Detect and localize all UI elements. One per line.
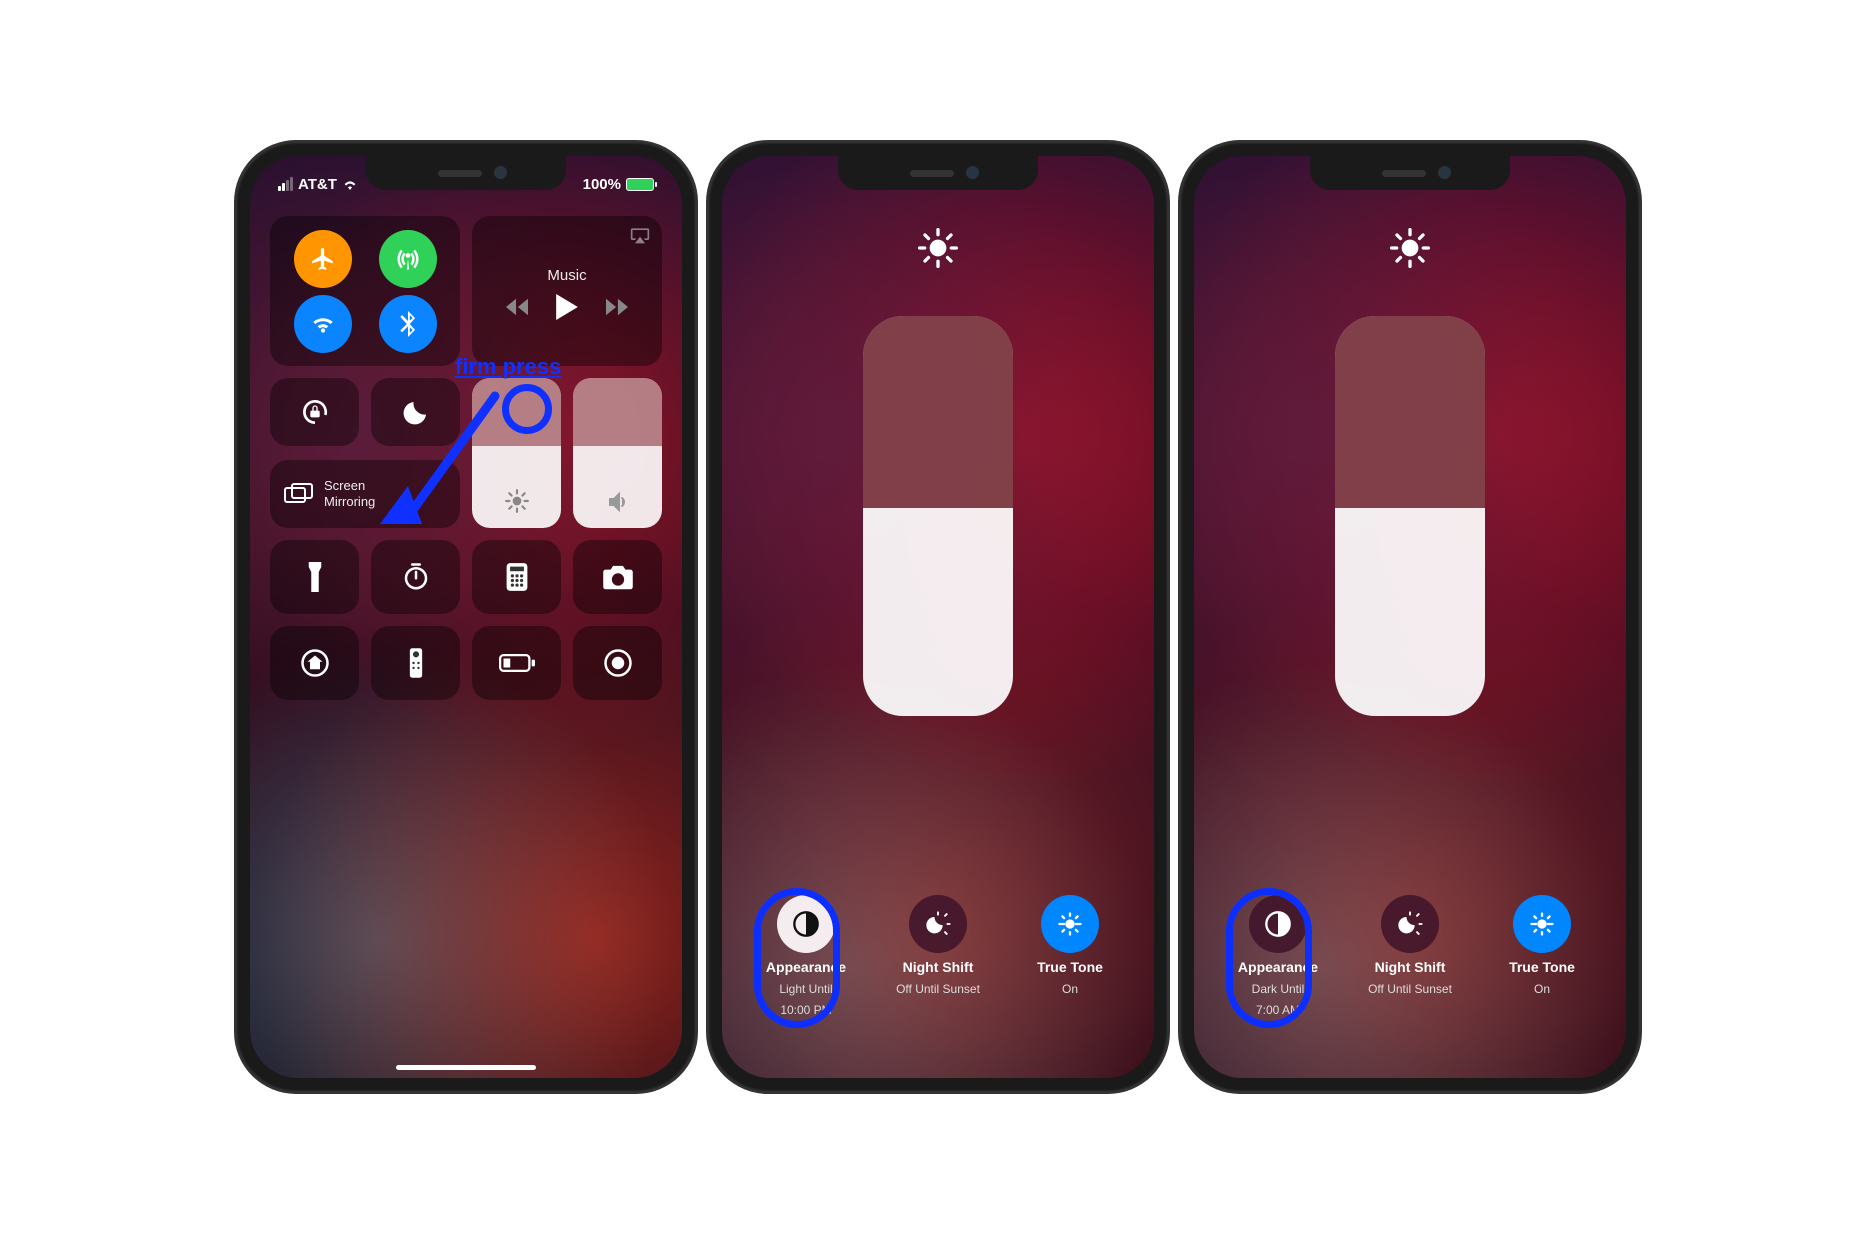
next-track-icon[interactable]: [606, 298, 628, 316]
night-shift-sub: Off Until Sunset: [1368, 982, 1452, 997]
brightness-fill: [1335, 316, 1485, 508]
antenna-icon: [394, 245, 422, 273]
cellular-data-toggle[interactable]: [379, 230, 437, 288]
screen-mirroring-icon: [284, 482, 314, 506]
night-shift-icon: [909, 895, 967, 953]
screen: Appearance Dark Until 7:00 AM Night Shif…: [1194, 156, 1626, 1078]
true-tone-sub: On: [1062, 982, 1078, 997]
sun-icon: [1390, 228, 1430, 268]
annotation-circle: [502, 384, 552, 434]
brightness-fill: [863, 316, 1013, 508]
notch: [838, 156, 1038, 190]
annotation-circle: [754, 888, 840, 1028]
connectivity-group[interactable]: [270, 216, 460, 366]
night-shift-title: Night Shift: [1375, 959, 1446, 977]
true-tone-icon: [1041, 895, 1099, 953]
screen: Appearance Light Until 10:00 PM Night Sh…: [722, 156, 1154, 1078]
home-indicator[interactable]: [396, 1065, 536, 1070]
brightness-slider-large[interactable]: [1335, 316, 1485, 716]
timer-button[interactable]: [371, 540, 460, 614]
play-icon[interactable]: [556, 294, 578, 320]
battery-icon: [626, 178, 654, 191]
volume-slider[interactable]: [573, 378, 662, 528]
phone-mockup-2: Appearance Light Until 10:00 PM Night Sh…: [708, 142, 1168, 1092]
night-shift-title: Night Shift: [903, 959, 974, 977]
home-icon: [300, 648, 330, 678]
camera-button[interactable]: [573, 540, 662, 614]
record-icon: [603, 648, 633, 678]
phone-mockup-1: AT&T 100%: [236, 142, 696, 1092]
phone-mockup-3: Appearance Dark Until 7:00 AM Night Shif…: [1180, 142, 1640, 1092]
bluetooth-toggle[interactable]: [379, 295, 437, 353]
night-shift-button[interactable]: Night Shift Off Until Sunset: [1350, 895, 1470, 1019]
true-tone-button[interactable]: True Tone On: [1010, 895, 1130, 1019]
notch: [366, 156, 566, 190]
wifi-icon: [310, 311, 336, 337]
notch: [1310, 156, 1510, 190]
true-tone-title: True Tone: [1037, 959, 1103, 977]
volume-fill: [573, 378, 662, 446]
flashlight-icon: [305, 562, 325, 592]
wifi-toggle[interactable]: [294, 295, 352, 353]
true-tone-sub: On: [1534, 982, 1550, 997]
calculator-button[interactable]: [472, 540, 561, 614]
night-shift-sub: Off Until Sunset: [896, 982, 980, 997]
low-power-mode-button[interactable]: [472, 626, 561, 700]
speaker-icon: [605, 490, 631, 514]
screen-record-button[interactable]: [573, 626, 662, 700]
remote-icon: [408, 647, 424, 679]
night-shift-button[interactable]: Night Shift Off Until Sunset: [878, 895, 998, 1019]
media-label: Music: [547, 267, 586, 284]
battery-low-icon: [499, 653, 535, 673]
camera-icon: [602, 564, 634, 590]
control-center: Music Screen Mirroring: [270, 216, 662, 1058]
airplay-icon: [630, 226, 650, 244]
annotation-circle: [1226, 888, 1312, 1028]
prev-track-icon[interactable]: [506, 298, 528, 316]
airplane-icon: [310, 246, 336, 272]
bluetooth-icon: [397, 311, 419, 337]
true-tone-title: True Tone: [1509, 959, 1575, 977]
sun-icon: [918, 228, 958, 268]
signal-bars-icon: [278, 177, 293, 191]
annotation-label: firm press: [455, 354, 561, 380]
home-button[interactable]: [270, 626, 359, 700]
screen: AT&T 100%: [250, 156, 682, 1078]
lock-rotation-icon: [299, 396, 331, 428]
true-tone-button[interactable]: True Tone On: [1482, 895, 1602, 1019]
calculator-icon: [505, 562, 529, 592]
true-tone-icon: [1513, 895, 1571, 953]
orientation-lock-toggle[interactable]: [270, 378, 359, 446]
brightness-slider-large[interactable]: [863, 316, 1013, 716]
battery-pct: 100%: [583, 176, 621, 193]
apple-tv-remote-button[interactable]: [371, 626, 460, 700]
night-shift-icon: [1381, 895, 1439, 953]
media-controls[interactable]: Music: [472, 216, 662, 366]
carrier-label: AT&T: [298, 176, 337, 193]
timer-icon: [401, 562, 431, 592]
flashlight-button[interactable]: [270, 540, 359, 614]
wifi-icon: [342, 178, 358, 190]
airplane-mode-toggle[interactable]: [294, 230, 352, 288]
